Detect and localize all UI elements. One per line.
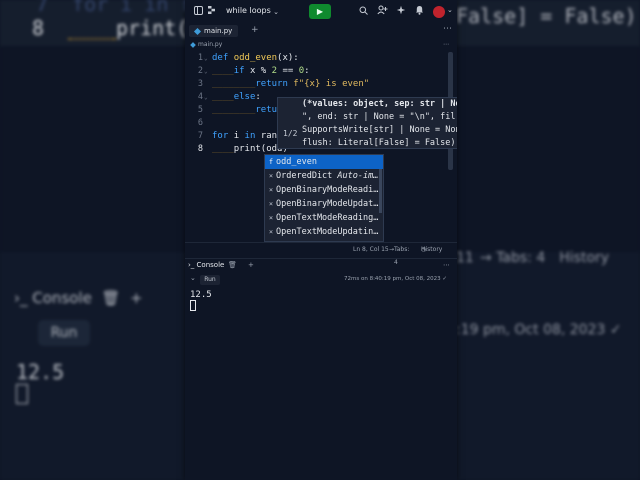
overload-counter[interactable]: 1/2 bbox=[283, 129, 297, 138]
bg-console-cursor bbox=[16, 384, 28, 404]
signature-line: SupportsWrite[str] | None = Non bbox=[302, 125, 457, 135]
breadcrumb-file[interactable]: main.py bbox=[198, 41, 222, 48]
breadcrumb-more-icon[interactable]: ⋯ bbox=[443, 38, 449, 52]
search-icon[interactable] bbox=[357, 5, 369, 19]
notifications-bell-icon[interactable] bbox=[413, 5, 425, 19]
run-button[interactable]: ▶ bbox=[309, 4, 331, 19]
tab-console[interactable]: ›_ Console bbox=[188, 261, 224, 269]
breadcrumb: main.py ⋯ bbox=[185, 38, 457, 52]
cursor-position[interactable]: Ln 8, Col 15 bbox=[353, 243, 389, 256]
bg-timestamp: :19 pm, Oct 08, 2023 ✓ bbox=[456, 322, 622, 338]
line-number: 2 bbox=[197, 66, 203, 76]
bg-print-text: print( bbox=[116, 16, 189, 40]
code-line-7: for i in rang bbox=[212, 131, 283, 141]
code-line-3: ________return f"{x} is even" bbox=[212, 79, 370, 89]
fold-chevron-icon[interactable]: ⌄ bbox=[204, 55, 208, 62]
signature-line: (*values: object, sep: str | No bbox=[302, 99, 457, 109]
chevron-down-icon[interactable]: ⌄ bbox=[271, 5, 281, 19]
fold-chevron-icon[interactable]: ⌄ bbox=[204, 68, 208, 75]
class-kind-icon: × bbox=[268, 200, 274, 208]
autocomplete-item[interactable]: × OpenBinaryModeUpdat… bbox=[265, 197, 383, 211]
autocomplete-item[interactable]: f odd_even bbox=[265, 155, 383, 169]
bg-console-header: ›_ Console 🗑 + bbox=[14, 289, 143, 307]
code-line-5: ________retur bbox=[212, 105, 283, 115]
signature-line: flush: Literal[False] = False) bbox=[302, 138, 456, 148]
signature-help-popup: (*values: object, sep: str | No ", end: … bbox=[277, 97, 457, 149]
chevron-down-icon[interactable]: ⌄ bbox=[190, 274, 196, 282]
history-button[interactable]: History ◷ bbox=[421, 243, 442, 256]
line-number: 6 bbox=[197, 118, 203, 128]
chevron-down-icon[interactable]: ⌄ bbox=[447, 6, 453, 14]
editor-status-bar: Ln 8, Col 15 → Tabs: 4 History ◷ bbox=[185, 242, 457, 266]
autocomplete-dropdown: f odd_even × OrderedDict Auto-im… × OpenBin… bbox=[264, 154, 384, 242]
sidebar-toggle-icon[interactable] bbox=[192, 5, 204, 19]
bg-line-7: 7 for i in ra bbox=[36, 0, 205, 16]
class-kind-icon: × bbox=[268, 186, 274, 194]
console-run-bar: ⌄ Run 72ms on 8:40:19 pm, Oct 08, 2023 ✓ bbox=[185, 272, 457, 288]
indent-setting[interactable]: → Tabs: 4 bbox=[389, 243, 409, 266]
file-tab-bar: main.py + ⋯ bbox=[185, 24, 457, 38]
line-number-current: 8 bbox=[197, 144, 203, 154]
autocomplete-scrollbar[interactable] bbox=[379, 169, 382, 213]
avatar[interactable] bbox=[433, 6, 445, 18]
line-number: 7 bbox=[197, 131, 203, 141]
replit-mobile-window: while loops ⌄ ▶ ⌄ main.py + ⋯ main.py ⋯ … bbox=[185, 0, 457, 480]
python-file-icon bbox=[193, 27, 202, 35]
console-tab-bar: ›_ Console 🗑 + ⋯ bbox=[185, 258, 457, 273]
class-kind-icon: × bbox=[268, 172, 274, 180]
line-number: 5 bbox=[197, 105, 203, 115]
console-cursor[interactable] bbox=[190, 300, 196, 311]
bg-col-fragment: 11 bbox=[456, 250, 474, 266]
new-tab-button[interactable]: + bbox=[251, 25, 259, 35]
console-more-icon[interactable]: ⋯ bbox=[443, 261, 450, 269]
bg-signature-fragment: False] = False) bbox=[456, 4, 637, 28]
code-line-2: ____if x % 2 == 0: bbox=[212, 66, 310, 76]
autocomplete-item[interactable]: × OpenBinaryModeReadi… bbox=[265, 183, 383, 197]
console-output: 12.5 bbox=[190, 290, 212, 300]
class-kind-icon: × bbox=[268, 214, 274, 222]
autocomplete-item[interactable]: × OpenTextModeReading… bbox=[265, 211, 383, 225]
signature-line: ", end: str | None = "\n", fil bbox=[302, 112, 456, 122]
new-tab-button[interactable]: + bbox=[248, 261, 254, 269]
fold-chevron-icon[interactable]: ⌄ bbox=[204, 94, 208, 101]
tab-main-py[interactable]: main.py bbox=[189, 25, 239, 37]
code-line-1: def odd_even(x): bbox=[212, 53, 299, 63]
invite-user-icon[interactable] bbox=[375, 5, 389, 19]
tab-more-icon[interactable]: ⋯ bbox=[443, 24, 452, 34]
ai-assistant-icon[interactable] bbox=[395, 5, 407, 19]
top-bar: while loops ⌄ ▶ ⌄ bbox=[185, 0, 457, 25]
line-number: 3 bbox=[197, 79, 203, 89]
tab-label: main.py bbox=[204, 27, 233, 35]
bg-console-output: 12.5 bbox=[16, 360, 65, 384]
repl-logo-icon[interactable] bbox=[206, 5, 218, 19]
autocomplete-item[interactable]: × OrderedDict Auto-im… bbox=[265, 169, 383, 183]
run-chip[interactable]: Run bbox=[200, 275, 220, 285]
autocomplete-item[interactable]: × OpenTextModeUpdatin… bbox=[265, 225, 383, 239]
line-number: 4 bbox=[197, 92, 203, 102]
line-number: 1 bbox=[197, 53, 203, 63]
bg-status: → Tabs: 4 History bbox=[480, 250, 610, 266]
trash-icon[interactable]: 🗑 bbox=[228, 261, 237, 269]
code-editor[interactable]: 1 2 3 4 5 6 7 8 ⌄ ⌄ ⌄ def odd_even(x): _… bbox=[185, 52, 457, 242]
function-kind-icon: f bbox=[268, 158, 274, 166]
bg-line-number-8: 8 bbox=[32, 16, 45, 40]
python-file-icon bbox=[190, 41, 196, 48]
code-line-4: ____else: bbox=[212, 92, 261, 102]
play-icon: ▶ bbox=[316, 7, 324, 16]
bg-run-chip: Run bbox=[38, 320, 90, 346]
repl-name[interactable]: while loops bbox=[226, 6, 271, 15]
run-timestamp: 72ms on 8:40:19 pm, Oct 08, 2023 ✓ bbox=[344, 276, 447, 282]
bg-indent-guide bbox=[68, 38, 116, 43]
class-kind-icon: × bbox=[268, 228, 274, 236]
